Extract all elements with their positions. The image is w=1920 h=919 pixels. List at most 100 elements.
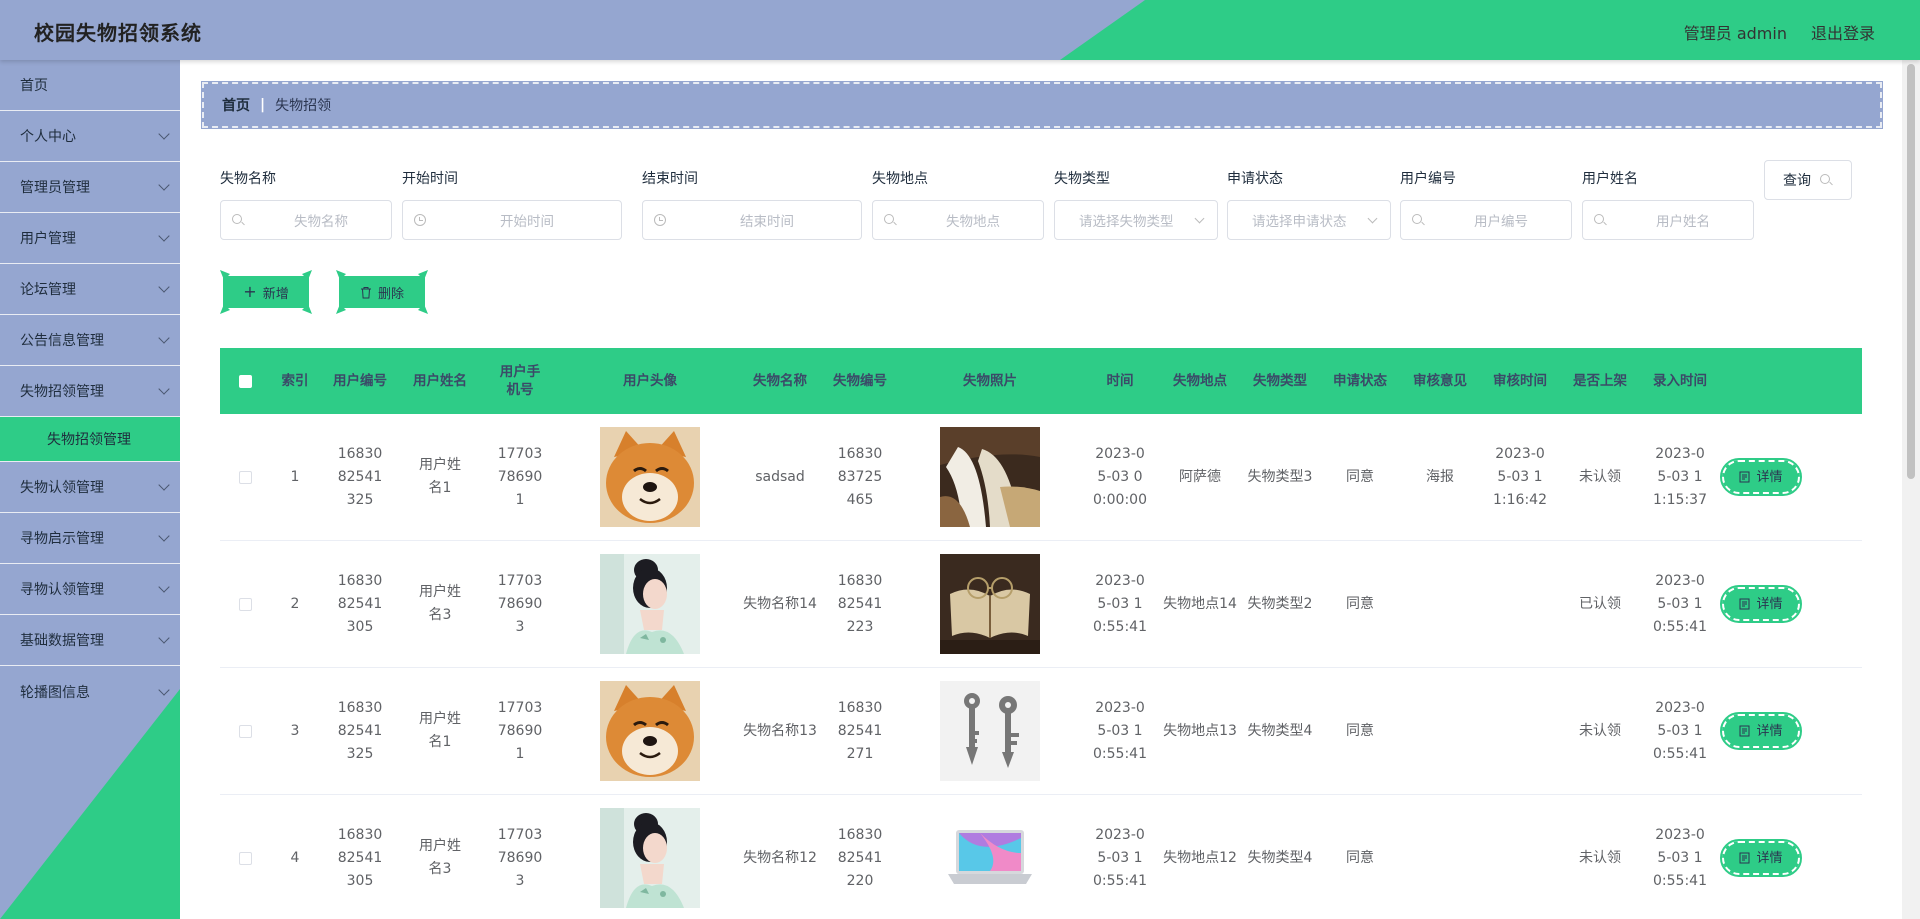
user-avatar-image[interactable] [600, 554, 700, 654]
item-no-cell: 1683082541271 [837, 699, 883, 762]
item-photo-image[interactable] [940, 554, 1040, 654]
clock-icon [653, 213, 667, 227]
start-time-input[interactable]: 开始时间 [402, 200, 622, 240]
column-header: 审核时间 [1493, 373, 1547, 389]
logout-button[interactable]: 退出登录 [1811, 20, 1875, 44]
item-no-cell: 1683082541223 [837, 572, 883, 635]
user-no-cell: 1683082541325 [337, 699, 383, 762]
phone-cell: 17703786901 [497, 699, 543, 762]
detail-button[interactable]: 详情 [1720, 585, 1802, 623]
avatar-cell [560, 808, 740, 908]
search-icon [231, 213, 245, 227]
sidebar-item-label: 失物招领管理 [20, 384, 104, 400]
listed-cell: 未认领 [1579, 722, 1621, 739]
table-row: 1 1683082541325 用户姓名1 17703786901 sadsad 1683… [220, 414, 1862, 541]
breadcrumb-home[interactable]: 首页 [222, 95, 250, 115]
table-header: 索引 用户编号 用户姓名 用户手机号 用户头像 失物名称 失物编号 失物照片 时… [220, 348, 1862, 414]
table-row: 4 1683082541305 用户姓名3 17703786903 失物名称12 1683… [220, 795, 1862, 919]
scrollbar-thumb[interactable] [1907, 64, 1915, 479]
phone-cell: 17703786903 [497, 572, 543, 635]
add-label: 新增 [262, 286, 289, 302]
chevron-down-icon [158, 479, 170, 491]
checkbox-cell [220, 724, 270, 738]
add-button[interactable]: + 新增 [223, 276, 309, 308]
user-avatar-image[interactable] [600, 427, 700, 527]
sidebar-item-notice[interactable]: 公告信息管理 [0, 315, 180, 366]
avatar-cell [560, 427, 740, 527]
chevron-down-icon [158, 683, 170, 696]
item-name-cell: 失物名称14 [743, 595, 817, 612]
sidebar-item-lost-found[interactable]: 失物招领管理 [0, 366, 180, 417]
row-checkbox[interactable] [238, 597, 252, 611]
type-cell: 失物类型4 [1247, 849, 1313, 866]
sidebar-item-carousel[interactable]: 轮播图信息 [0, 666, 180, 717]
placeholder: 请选择申请状态 [1252, 214, 1347, 230]
placeholder: 结束时间 [740, 214, 794, 230]
app-title: 校园失物招领系统 [34, 21, 202, 45]
item-photo-image[interactable] [940, 427, 1040, 527]
sidebar-item-home[interactable]: 首页 [0, 60, 180, 111]
item-photo-image[interactable] [940, 808, 1040, 908]
document-icon [1739, 725, 1750, 737]
vertical-scrollbar[interactable] [1902, 60, 1920, 919]
detail-button[interactable]: 详情 [1720, 458, 1802, 496]
select-all-checkbox[interactable] [238, 374, 252, 388]
sidebar-item-base-data[interactable]: 基础数据管理 [0, 615, 180, 666]
type-cell: 失物类型4 [1247, 722, 1313, 739]
admin-label[interactable]: 管理员 admin [1684, 20, 1787, 44]
type-cell: 失物类型3 [1247, 468, 1313, 485]
search-field-place: 失物地点 失物地点 [872, 168, 1044, 240]
column-header: 录入时间 [1653, 373, 1707, 389]
document-icon [1739, 471, 1750, 483]
row-checkbox[interactable] [238, 724, 252, 738]
sidebar-item-admin[interactable]: 管理员管理 [0, 162, 180, 213]
user-avatar-image[interactable] [600, 681, 700, 781]
index-cell: 2 [290, 595, 300, 612]
placeholder: 用户姓名 [1656, 214, 1710, 230]
header-user-area: 管理员 admin 退出登录 [1684, 20, 1875, 44]
row-checkbox[interactable] [238, 470, 252, 484]
sidebar-item-claim[interactable]: 失物认领管理 [0, 462, 180, 513]
placeholder: 失物名称 [294, 214, 348, 230]
column-header: 失物照片 [963, 373, 1017, 389]
user-name-input[interactable]: 用户姓名 [1582, 200, 1754, 240]
breadcrumb-separator: | [260, 97, 266, 113]
sidebar-item-forum[interactable]: 论坛管理 [0, 264, 180, 315]
user-avatar-image[interactable] [600, 808, 700, 908]
sidebar-item-users[interactable]: 用户管理 [0, 213, 180, 264]
end-time-input[interactable]: 结束时间 [642, 200, 862, 240]
sidebar: 首页 个人中心 管理员管理 用户管理 论坛管理 公告信息管理 失物招领管理 失物… [0, 60, 180, 919]
sidebar-item-search-notice[interactable]: 寻物启示管理 [0, 513, 180, 564]
index-cell: 4 [290, 849, 300, 866]
sidebar-item-profile[interactable]: 个人中心 [0, 111, 180, 162]
place-input[interactable]: 失物地点 [872, 200, 1044, 240]
action-bar: + 新增 删除 [220, 270, 428, 320]
query-button[interactable]: 查询 [1764, 160, 1852, 200]
column-header: 失物编号 [833, 373, 887, 389]
row-checkbox[interactable] [238, 851, 252, 865]
field-label: 结束时间 [642, 171, 698, 187]
listed-cell: 未认领 [1579, 468, 1621, 485]
status-select[interactable]: 请选择申请状态 [1227, 200, 1391, 240]
detail-button[interactable]: 详情 [1720, 839, 1802, 877]
column-header: 失物地点 [1173, 373, 1227, 389]
column-header: 用户头像 [623, 373, 677, 389]
clock-icon [413, 213, 427, 227]
detail-button[interactable]: 详情 [1720, 712, 1802, 750]
review-time-cell: 2023-05-03 11:16:42 [1493, 445, 1547, 508]
photo-cell [900, 427, 1080, 527]
detail-label: 详情 [1756, 723, 1783, 739]
type-select[interactable]: 请选择失物类型 [1054, 200, 1218, 240]
item-photo-image[interactable] [940, 681, 1040, 781]
listed-cell: 未认领 [1579, 849, 1621, 866]
sidebar-item-label: 用户管理 [20, 231, 76, 247]
item-name-input[interactable]: 失物名称 [220, 200, 392, 240]
delete-button[interactable]: 删除 [339, 276, 425, 308]
sidebar-item-search-claim[interactable]: 寻物认领管理 [0, 564, 180, 615]
document-icon [1739, 598, 1750, 610]
sidebar-subitem-lost-found-active[interactable]: 失物招领管理 [0, 417, 180, 462]
user-no-input[interactable]: 用户编号 [1400, 200, 1572, 240]
add-button-wrap: + 新增 [220, 270, 312, 314]
user-name-cell: 用户姓名1 [419, 711, 461, 750]
item-no-cell: 1683082541220 [837, 826, 883, 889]
